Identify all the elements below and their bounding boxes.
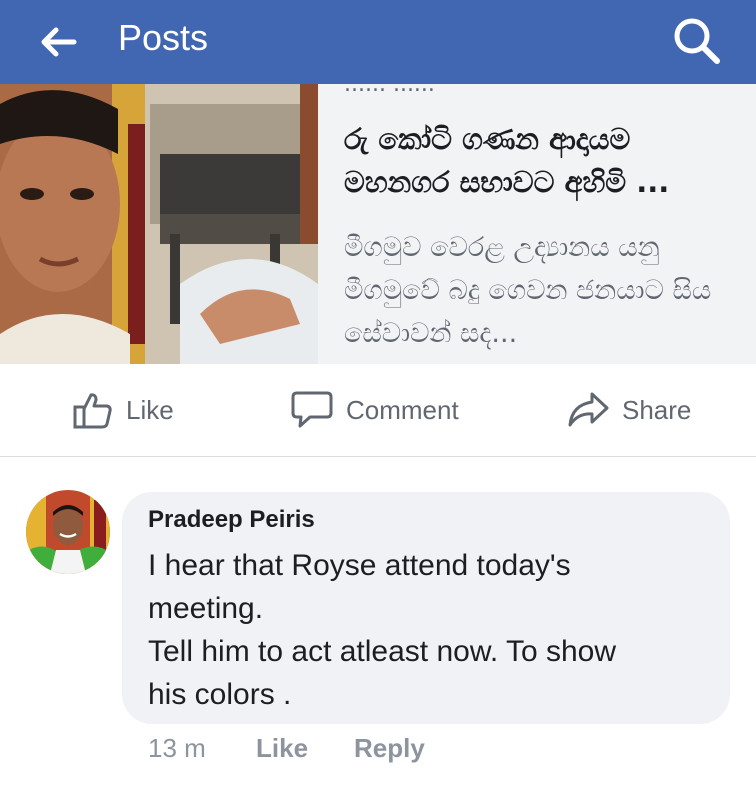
link-preview-card[interactable]: ...... ...... රු කෝටි ගණන ආදායම මහනගර සභ… — [0, 72, 756, 364]
comment-text-line: his colors . — [148, 678, 292, 711]
comment-text: I hear that Royse attend today's meeting… — [148, 544, 718, 716]
share-button[interactable]: Share — [566, 388, 691, 432]
like-button[interactable]: Like — [72, 388, 174, 432]
comment-author-name[interactable]: Pradeep Peiris — [148, 506, 315, 534]
link-title[interactable]: රු කෝටි ගණන ආදායම මහනගර සභාවට අහිමි ... — [344, 118, 744, 204]
comment-timestamp[interactable]: 13 m — [148, 728, 206, 768]
link-thumbnail-image — [0, 84, 318, 364]
comment-text-line: I hear that Royse attend today's — [148, 549, 571, 582]
like-label: Like — [126, 394, 174, 425]
comment-reply-button[interactable]: Reply — [354, 728, 425, 768]
link-text-area: ...... ...... රු කෝටි ගණන ආදායම මහනගර සභ… — [344, 72, 744, 364]
comment-text-line: meeting. — [148, 592, 264, 625]
comment-bubble: Pradeep Peiris I hear that Royse attend … — [122, 492, 730, 724]
share-label: Share — [622, 394, 692, 425]
link-description: මීගමුව වෙරළ උද්‍යානය යනු මීගමුවේ බදු ගෙව… — [344, 232, 712, 349]
comment-bubble-icon — [291, 391, 333, 428]
search-icon[interactable] — [670, 14, 724, 68]
truncated-text: ...... ...... — [344, 72, 435, 97]
avatar[interactable] — [26, 490, 110, 574]
comment-label: Comment — [346, 394, 459, 425]
arrow-left-icon[interactable] — [36, 20, 80, 64]
post-action-bar: Like Comment Share — [0, 364, 756, 457]
comment-button[interactable]: Comment — [290, 388, 459, 432]
thumbs-up-icon — [73, 393, 112, 429]
page-title: Posts — [118, 17, 209, 58]
comment-like-button[interactable]: Like — [256, 728, 308, 768]
share-arrow-icon — [568, 392, 609, 427]
comment-text-line: Tell him to act atleast now. To show — [148, 635, 617, 668]
